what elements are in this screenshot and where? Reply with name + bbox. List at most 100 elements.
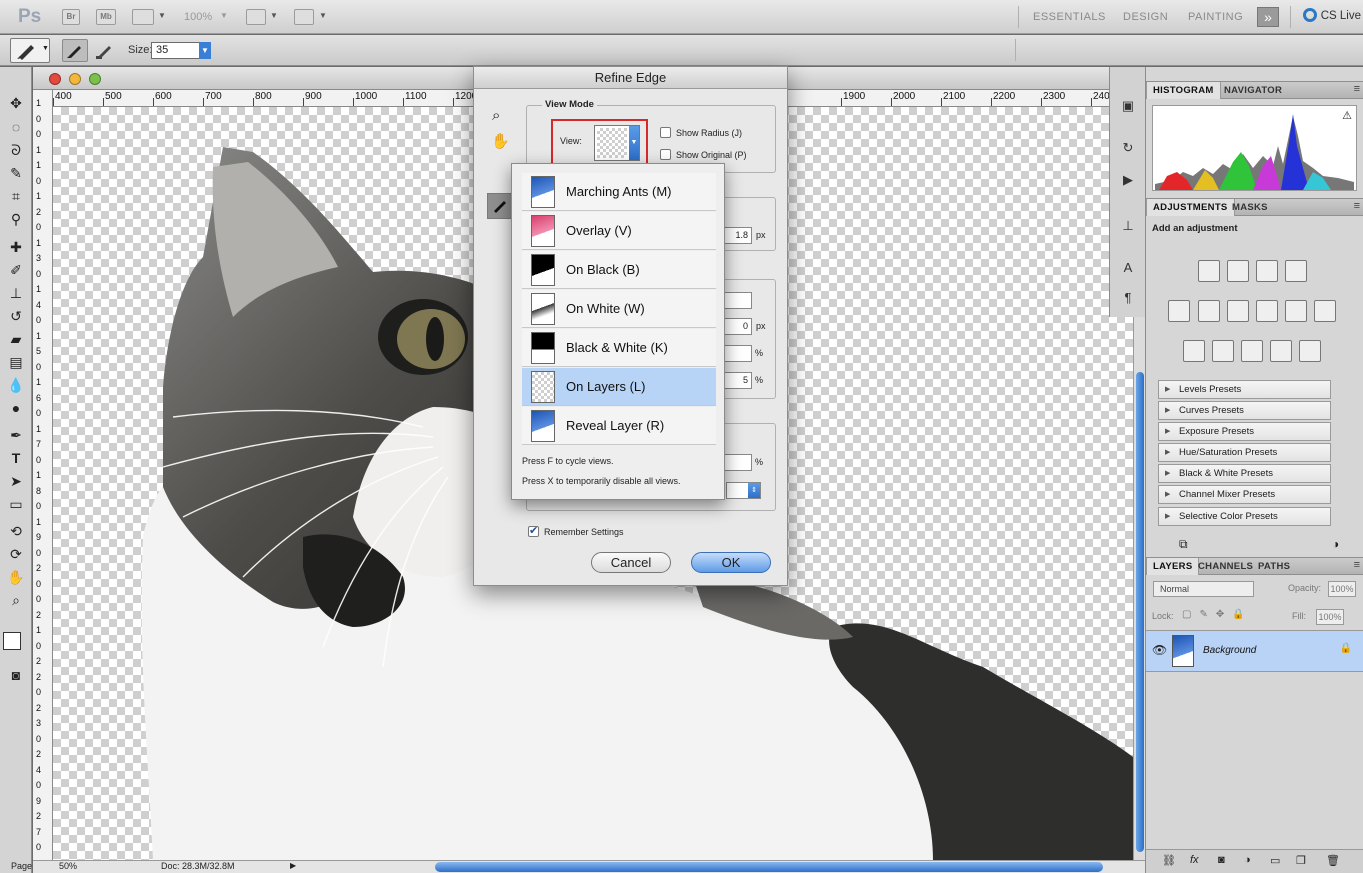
exposure-presets[interactable]: Exposure Presets bbox=[1158, 422, 1331, 441]
tab-masks[interactable]: MASKS bbox=[1226, 199, 1274, 216]
view-option-on-black-b[interactable]: On Black (B) bbox=[522, 251, 716, 289]
hue-saturation-icon[interactable] bbox=[1198, 300, 1220, 322]
quick-selection-tool-icon[interactable]: ✎ bbox=[6, 163, 26, 183]
photo-filter-icon[interactable] bbox=[1285, 300, 1307, 322]
remember-settings-checkbox[interactable]: ✔ bbox=[528, 525, 539, 537]
shape-tool-icon[interactable]: ▭ bbox=[6, 494, 26, 514]
marquee-tool-icon[interactable]: ◌ bbox=[6, 117, 26, 137]
vibrance-icon[interactable] bbox=[1168, 300, 1190, 322]
selective-color-presets[interactable]: Selective Color Presets bbox=[1158, 507, 1331, 526]
fill-input[interactable]: 100% bbox=[1316, 609, 1344, 625]
clone-source-panel-icon[interactable]: ⊥ bbox=[1117, 215, 1139, 237]
launch-minibridge-button[interactable]: Mb bbox=[96, 9, 116, 25]
hue-saturation-presets[interactable]: Hue/Saturation Presets bbox=[1158, 443, 1331, 462]
view-option-marching-ants-m[interactable]: Marching Ants (M) bbox=[522, 173, 716, 211]
zoom-tool-icon[interactable]: ⌕ bbox=[6, 590, 26, 610]
screen-mode-icon[interactable] bbox=[294, 9, 314, 25]
view-select[interactable]: ▼ bbox=[594, 125, 640, 161]
panel-menu-icon[interactable]: ≡ bbox=[1354, 559, 1360, 571]
new-layer-icon[interactable]: ❐ bbox=[1296, 854, 1306, 867]
cs-live-button[interactable]: CS Live bbox=[1302, 8, 1361, 22]
hand-tool-icon[interactable]: ✋ bbox=[6, 567, 26, 587]
black-white-presets[interactable]: Black & White Presets bbox=[1158, 464, 1331, 483]
paragraph-panel-icon[interactable]: ¶ bbox=[1117, 287, 1139, 309]
decontaminate-amount-input[interactable] bbox=[724, 454, 752, 471]
zoom-tool-icon[interactable]: ⌕ bbox=[492, 107, 500, 124]
actions-panel-icon[interactable]: ▶ bbox=[1117, 169, 1139, 191]
horizontal-scrollbar-thumb[interactable] bbox=[435, 862, 1103, 872]
brush-tool-icon[interactable]: ✐ bbox=[6, 260, 26, 280]
chevron-down-icon[interactable]: ▼ bbox=[158, 11, 166, 20]
ok-button[interactable]: OK bbox=[691, 552, 771, 573]
lasso-tool-icon[interactable]: ᘐ bbox=[6, 140, 26, 160]
eyedropper-tool-icon[interactable]: ⚲ bbox=[6, 209, 26, 229]
posterize-icon[interactable] bbox=[1212, 340, 1234, 362]
curves-icon[interactable] bbox=[1256, 260, 1278, 282]
refine-radius-tool-button[interactable] bbox=[62, 39, 88, 62]
minimize-window-button[interactable] bbox=[69, 73, 81, 85]
levels-presets[interactable]: Levels Presets bbox=[1158, 380, 1331, 399]
adjustments-options-icon[interactable]: ◑ bbox=[1332, 537, 1339, 551]
quick-mask-icon[interactable]: ◙ bbox=[6, 665, 26, 685]
view-option-on-white-w[interactable]: On White (W) bbox=[522, 290, 716, 328]
zoom-level-select[interactable]: 100% bbox=[184, 11, 212, 23]
clone-stamp-tool-icon[interactable]: ⊥ bbox=[6, 283, 26, 303]
view-option-reveal-layer-r[interactable]: Reveal Layer (R) bbox=[522, 407, 716, 445]
history-brush-tool-icon[interactable]: ↺ bbox=[6, 306, 26, 326]
healing-brush-tool-icon[interactable]: ✚ bbox=[6, 237, 26, 257]
type-tool-icon[interactable]: T bbox=[6, 448, 26, 468]
move-tool-icon[interactable]: ✥ bbox=[6, 93, 26, 113]
delete-layer-icon[interactable]: 🗑 bbox=[1326, 854, 1340, 867]
color-balance-icon[interactable] bbox=[1227, 300, 1249, 322]
selective-color-icon[interactable] bbox=[1299, 340, 1321, 362]
add-mask-icon[interactable]: ◙ bbox=[1218, 854, 1225, 866]
new-group-icon[interactable]: ▭ bbox=[1270, 854, 1280, 867]
blend-mode-select[interactable]: Normal bbox=[1153, 581, 1254, 597]
panel-menu-icon[interactable]: ≡ bbox=[1354, 83, 1360, 95]
tab-channels[interactable]: CHANNELS bbox=[1192, 558, 1259, 575]
zoom-readout[interactable]: 50% bbox=[59, 861, 77, 871]
tab-paths[interactable]: PATHS bbox=[1252, 558, 1296, 575]
tab-histogram[interactable]: HISTOGRAM bbox=[1146, 82, 1221, 99]
smooth-input[interactable] bbox=[724, 292, 752, 309]
curves-presets[interactable]: Curves Presets bbox=[1158, 401, 1331, 420]
channel-mixer-presets[interactable]: Channel Mixer Presets bbox=[1158, 485, 1331, 504]
scrollbar-thumb[interactable] bbox=[1136, 372, 1144, 852]
view-option-overlay-v[interactable]: Overlay (V) bbox=[522, 212, 716, 250]
hand-tool-icon[interactable]: ✋ bbox=[491, 132, 510, 150]
blur-tool-icon[interactable]: 💧 bbox=[6, 375, 26, 395]
levels-icon[interactable] bbox=[1227, 260, 1249, 282]
output-to-select[interactable]: ⇕ bbox=[726, 482, 761, 499]
adjustment-layer-icon[interactable]: ⧉ bbox=[1179, 537, 1188, 552]
tool-preset-picker[interactable]: ▼ bbox=[10, 38, 50, 63]
workspace-painting[interactable]: PAINTING bbox=[1188, 11, 1243, 23]
show-original-checkbox[interactable] bbox=[660, 149, 671, 160]
radius-input[interactable]: 1.8 bbox=[724, 227, 752, 244]
brush-size-dropdown[interactable]: ▼ bbox=[199, 42, 211, 59]
contrast-input[interactable] bbox=[724, 345, 752, 362]
refine-radius-tool-button[interactable] bbox=[487, 193, 513, 219]
feather-input[interactable]: 0 bbox=[724, 318, 752, 335]
erase-refinements-tool-button[interactable] bbox=[94, 41, 116, 61]
gradient-map-icon[interactable] bbox=[1270, 340, 1292, 362]
workspace-design[interactable]: DESIGN bbox=[1123, 11, 1168, 23]
chevron-down-icon[interactable]: ▼ bbox=[220, 11, 228, 20]
shift-edge-input[interactable]: 5 bbox=[724, 372, 752, 389]
cancel-button[interactable]: Cancel bbox=[591, 552, 671, 573]
layer-style-icon[interactable]: fx bbox=[1190, 854, 1199, 866]
zoom-window-button[interactable] bbox=[89, 73, 101, 85]
workspace-essentials[interactable]: ESSENTIALS bbox=[1033, 11, 1106, 23]
threshold-icon[interactable] bbox=[1241, 340, 1263, 362]
dodge-tool-icon[interactable]: ● bbox=[6, 398, 26, 418]
warning-icon[interactable]: ⚠ bbox=[1342, 109, 1352, 122]
launch-bridge-button[interactable]: Br bbox=[62, 9, 80, 25]
brightness-contrast-icon[interactable] bbox=[1198, 260, 1220, 282]
crop-tool-icon[interactable]: ⌗ bbox=[6, 186, 26, 206]
gradient-tool-icon[interactable]: ▤ bbox=[6, 352, 26, 372]
view-extras-icon[interactable] bbox=[132, 9, 154, 25]
chevron-down-icon[interactable]: ▼ bbox=[319, 11, 327, 20]
channel-mixer-icon[interactable] bbox=[1314, 300, 1336, 322]
panel-menu-icon[interactable]: ≡ bbox=[1354, 200, 1360, 212]
close-window-button[interactable] bbox=[49, 73, 61, 85]
show-radius-checkbox[interactable] bbox=[660, 127, 671, 138]
